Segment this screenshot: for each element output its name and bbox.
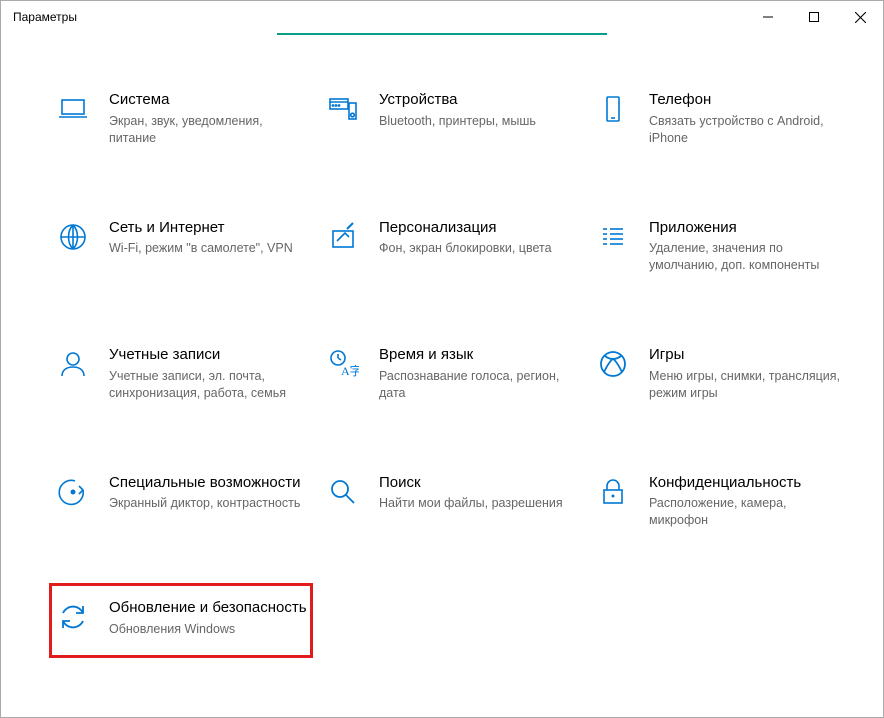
devices-icon xyxy=(325,91,361,127)
tile-devices[interactable]: Устройства Bluetooth, принтеры, мышь xyxy=(321,85,581,153)
tile-title: Учетные записи xyxy=(109,346,307,365)
titlebar: Параметры xyxy=(1,1,883,33)
tile-gaming[interactable]: Игры Меню игры, снимки, трансляция, режи… xyxy=(591,340,851,408)
tile-phone[interactable]: Телефон Связать устройство с Android, iP… xyxy=(591,85,851,153)
tile-desc: Найти мои файлы, разрешения xyxy=(379,495,577,512)
tile-desc: Меню игры, снимки, трансляция, режим игр… xyxy=(649,368,847,402)
tile-title: Время и язык xyxy=(379,346,577,365)
tile-title: Сеть и Интернет xyxy=(109,219,307,238)
tile-desc: Bluetooth, принтеры, мышь xyxy=(379,113,577,130)
tile-desc: Расположение, камера, микрофон xyxy=(649,495,847,529)
tile-search[interactable]: Поиск Найти мои файлы, разрешения xyxy=(321,468,581,536)
xbox-icon xyxy=(595,346,631,382)
close-button[interactable] xyxy=(837,1,883,33)
tile-title: Приложения xyxy=(649,219,847,238)
laptop-icon xyxy=(55,91,91,127)
tile-desc: Wi-Fi, режим "в самолете", VPN xyxy=(109,240,307,257)
tile-system[interactable]: Система Экран, звук, уведомления, питани… xyxy=(51,85,311,153)
tile-title: Обновление и безопасность xyxy=(109,599,307,618)
tile-privacy[interactable]: Конфиденциальность Расположение, камера,… xyxy=(591,468,851,536)
window-title: Параметры xyxy=(13,10,77,24)
person-icon xyxy=(55,346,91,382)
svg-text:A字: A字 xyxy=(341,363,359,378)
tile-network[interactable]: Сеть и Интернет Wi-Fi, режим "в самолете… xyxy=(51,213,311,281)
phone-icon xyxy=(595,91,631,127)
globe-icon xyxy=(55,219,91,255)
tile-title: Устройства xyxy=(379,91,577,110)
maximize-button[interactable] xyxy=(791,1,837,33)
tile-title: Телефон xyxy=(649,91,847,110)
apps-icon xyxy=(595,219,631,255)
tile-title: Персонализация xyxy=(379,219,577,238)
sync-icon xyxy=(55,599,91,635)
tile-desc: Фон, экран блокировки, цвета xyxy=(379,240,577,257)
search-underline xyxy=(277,33,607,35)
tile-accessibility[interactable]: Специальные возможности Экранный диктор,… xyxy=(51,468,311,536)
window-controls xyxy=(745,1,883,33)
tile-update-security[interactable]: Обновление и безопасность Обновления Win… xyxy=(51,585,311,656)
tile-accounts[interactable]: Учетные записи Учетные записи, эл. почта… xyxy=(51,340,311,408)
tile-desc: Распознавание голоса, регион, дата xyxy=(379,368,577,402)
search-icon xyxy=(325,474,361,510)
settings-grid: Система Экран, звук, уведомления, питани… xyxy=(1,85,883,656)
tile-title: Специальные возможности xyxy=(109,474,307,493)
tile-title: Конфиденциальность xyxy=(649,474,847,493)
tile-apps[interactable]: Приложения Удаление, значения по умолчан… xyxy=(591,213,851,281)
lock-icon xyxy=(595,474,631,510)
paintbrush-icon xyxy=(325,219,361,255)
tile-desc: Учетные записи, эл. почта, синхронизация… xyxy=(109,368,307,402)
tile-desc: Связать устройство с Android, iPhone xyxy=(649,113,847,147)
tile-time-language[interactable]: A字 Время и язык Распознавание голоса, ре… xyxy=(321,340,581,408)
time-language-icon: A字 xyxy=(325,346,361,382)
tile-title: Поиск xyxy=(379,474,577,493)
tile-personalization[interactable]: Персонализация Фон, экран блокировки, цв… xyxy=(321,213,581,281)
tile-title: Система xyxy=(109,91,307,110)
tile-desc: Экранный диктор, контрастность xyxy=(109,495,307,512)
tile-desc: Удаление, значения по умолчанию, доп. ко… xyxy=(649,240,847,274)
tile-desc: Экран, звук, уведомления, питание xyxy=(109,113,307,147)
minimize-button[interactable] xyxy=(745,1,791,33)
tile-title: Игры xyxy=(649,346,847,365)
accessibility-icon xyxy=(55,474,91,510)
tile-desc: Обновления Windows xyxy=(109,621,307,638)
